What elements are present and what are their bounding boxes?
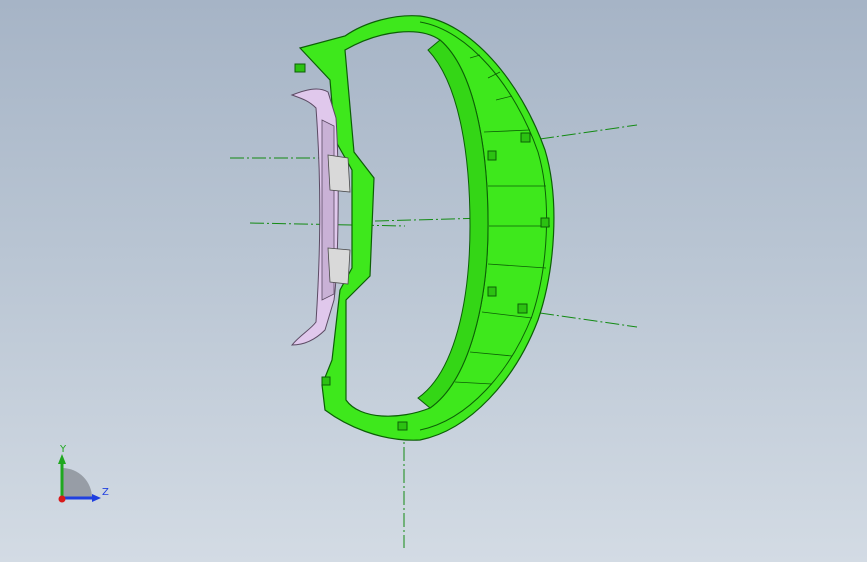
triad-y-label: Y (60, 444, 67, 455)
clip-tab (540, 217, 550, 228)
construction-lines (230, 124, 638, 548)
triad-z-arrowhead (92, 494, 101, 502)
clip-tab (487, 286, 497, 297)
trim-bracket-lower (327, 247, 351, 285)
triad-x-origin (58, 495, 66, 503)
clip-tab (321, 376, 331, 386)
clip-tab (294, 63, 306, 73)
clip-tab (520, 132, 531, 143)
triad-plane (62, 468, 92, 498)
clip-tab (397, 421, 408, 431)
model-scene[interactable] (0, 0, 867, 562)
clip-tab (517, 303, 528, 314)
clip-tab (487, 150, 497, 161)
trim-bracket-upper (327, 154, 351, 193)
triad-z-label: Z (102, 487, 109, 498)
triad-y-arrowhead (58, 454, 66, 464)
3d-viewport[interactable]: Y Z (0, 0, 867, 562)
centerline-lower-right (539, 312, 638, 328)
centerline-upper-right (539, 124, 638, 140)
coordinate-triad (58, 454, 101, 503)
